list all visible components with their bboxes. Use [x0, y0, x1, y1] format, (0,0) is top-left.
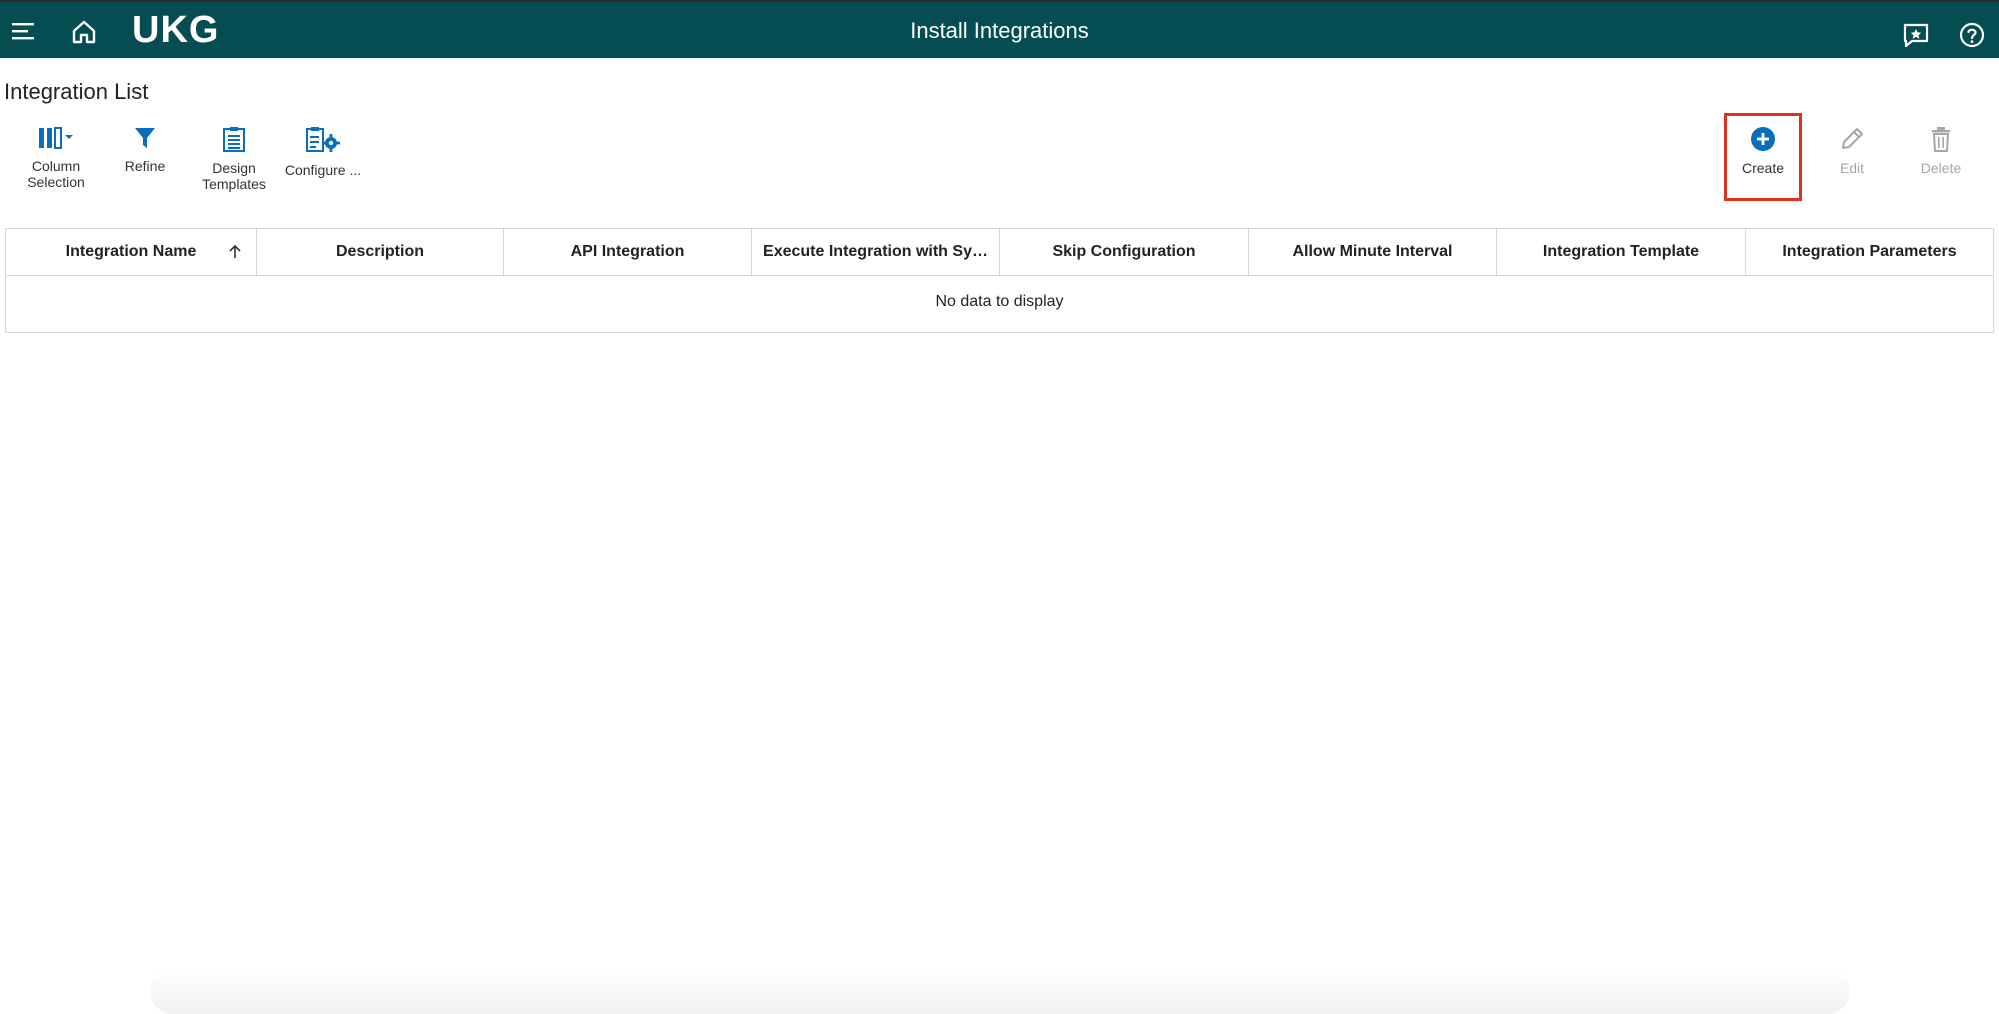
bottom-shadow [150, 968, 1850, 1014]
configure-label: Configure ... [284, 162, 362, 178]
edit-label: Edit [1839, 160, 1865, 176]
refine-label: Refine [124, 158, 166, 174]
column-header-integration-name[interactable]: Integration Name [6, 229, 257, 275]
column-header-integration-parameters[interactable]: Integration Parameters [1746, 229, 1993, 275]
column-header-integration-template[interactable]: Integration Template [1497, 229, 1746, 275]
filter-icon [135, 128, 155, 148]
column-header-label: Execute Integration with Sy… [763, 243, 988, 260]
column-header-label: Allow Minute Interval [1292, 243, 1453, 260]
column-header-description[interactable]: Description [257, 229, 504, 275]
column-header-label: Description [335, 243, 424, 260]
design-templates-label: Design Templates [202, 160, 266, 192]
sort-ascending-icon[interactable] [228, 244, 242, 260]
refine-button[interactable]: Refine [100, 126, 190, 174]
integration-table: Integration Name Description API Integra… [5, 228, 1994, 333]
design-templates-button[interactable]: Design Templates [189, 126, 279, 192]
plus-circle-icon [1751, 127, 1775, 151]
pencil-icon [1842, 128, 1863, 149]
help-icon[interactable] [1958, 21, 1986, 49]
column-header-execute-integration[interactable]: Execute Integration with Sy… [752, 229, 1000, 275]
column-header-api-integration[interactable]: API Integration [504, 229, 752, 275]
column-selection-label: Column Selection [27, 158, 85, 190]
column-header-label: Integration Name [65, 243, 197, 260]
page-title: Integration List [4, 79, 149, 104]
empty-table-message: No data to display [935, 293, 1064, 310]
clipboard-icon [223, 127, 245, 152]
column-header-label: Integration Parameters [1782, 243, 1957, 260]
column-selection-button[interactable]: Column Selection [11, 126, 101, 190]
configure-button[interactable]: Configure ... [278, 126, 368, 178]
table-header: Integration Name Description API Integra… [6, 229, 1993, 276]
column-header-skip-configuration[interactable]: Skip Configuration [1000, 229, 1249, 275]
edit-button[interactable]: Edit [1807, 126, 1897, 176]
configure-icon [306, 127, 340, 152]
column-header-allow-minute-interval[interactable]: Allow Minute Interval [1249, 229, 1497, 275]
app-title: Install Integrations [910, 18, 1089, 43]
trash-icon [1932, 127, 1950, 152]
delete-label: Delete [1920, 160, 1962, 176]
feedback-star-icon[interactable] [1902, 22, 1930, 48]
column-header-label: API Integration [570, 243, 685, 260]
column-selection-icon [39, 127, 73, 149]
create-label: Create [1741, 160, 1785, 176]
column-header-label: Integration Template [1542, 243, 1700, 260]
delete-button[interactable]: Delete [1896, 126, 1986, 176]
create-button[interactable]: Create [1718, 126, 1808, 176]
column-header-label: Skip Configuration [1052, 243, 1196, 260]
top-bar: UKG Install Integrations [0, 0, 1999, 58]
